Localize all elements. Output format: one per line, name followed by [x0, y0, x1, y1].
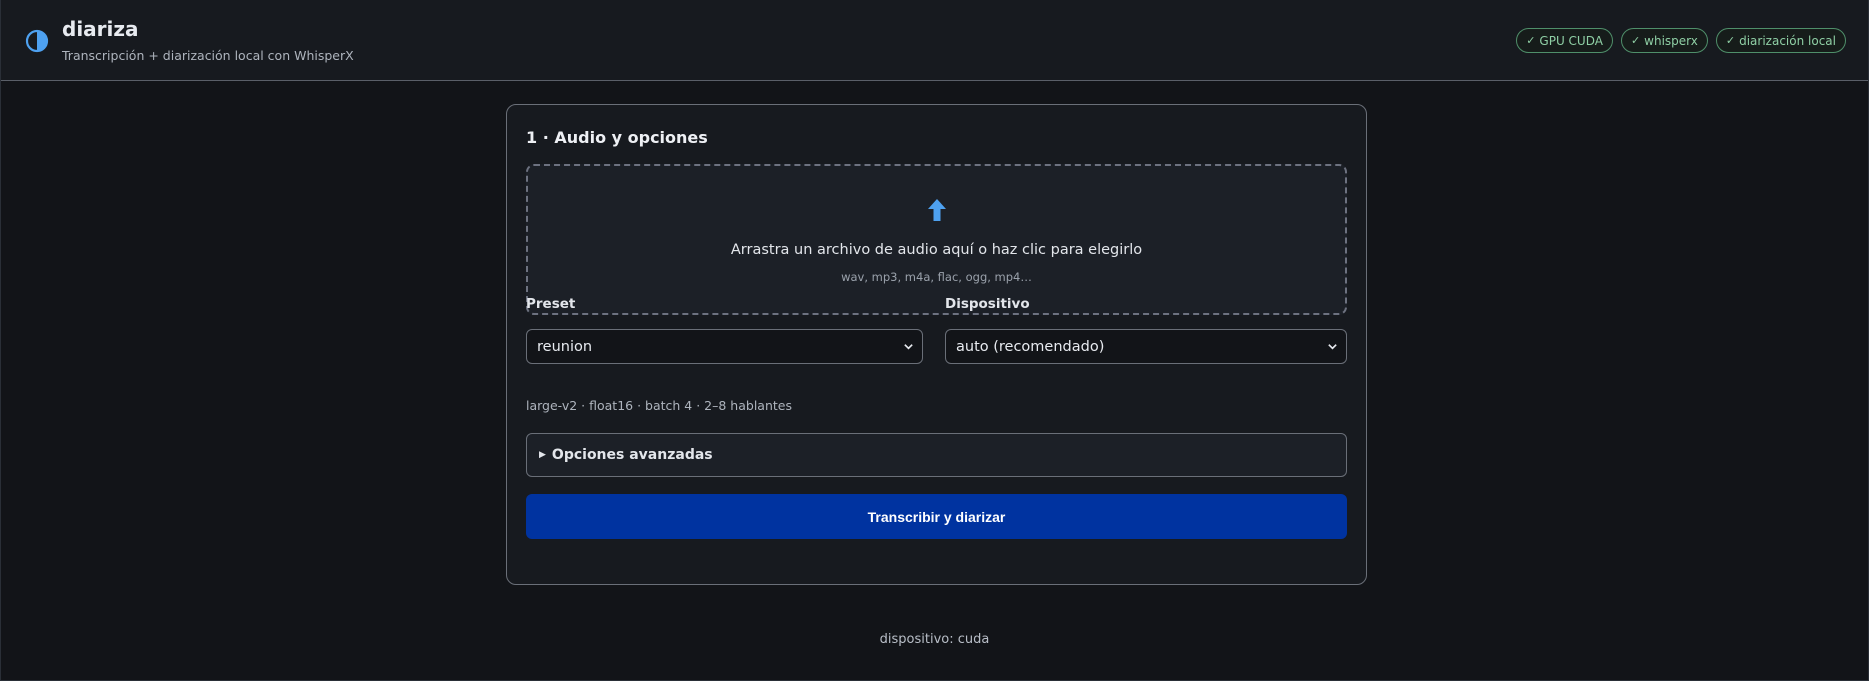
device-select[interactable]: auto (recomendado) — [945, 329, 1347, 364]
preset-info: large-v2 · float16 · batch 4 · 2–8 habla… — [526, 398, 792, 413]
dropzone-text: Arrastra un archivo de audio aquí o haz … — [730, 242, 1143, 258]
check-icon: ✓ — [1630, 34, 1641, 47]
status-badge-whisperx: ✓ whisperx — [1620, 28, 1708, 53]
audio-dropzone[interactable]: Arrastra un archivo de audio aquí o haz … — [526, 164, 1347, 315]
status-badges: ✓ GPU CUDA ✓ whisperx ✓ diarización loca… — [1516, 28, 1846, 53]
chevron-down-icon — [1328, 344, 1337, 350]
advanced-options-label: Opciones avanzadas — [551, 447, 713, 463]
badge-label: diarización local — [1739, 33, 1836, 48]
app-header: diariza Transcripción + diarización loca… — [1, 0, 1868, 81]
check-icon: ✓ — [1526, 34, 1536, 47]
triangle-right-icon: ▶ — [539, 450, 546, 460]
device-label: Dispositivo — [945, 296, 1030, 312]
preset-value: reunion — [537, 338, 593, 355]
badge-label: GPU CUDA — [1539, 33, 1603, 48]
advanced-options-toggle[interactable]: ▶ Opciones avanzadas — [526, 433, 1347, 477]
transcribe-button[interactable]: Transcribir y diarizar — [526, 494, 1347, 539]
badge-label: whisperx — [1644, 33, 1698, 48]
audio-options-card: 1 · Audio y opciones Arrastra un archivo… — [506, 104, 1367, 585]
app-subtitle: Transcripción + diarización local con Wh… — [62, 48, 354, 63]
upload-arrow-icon — [927, 199, 946, 221]
chevron-down-icon — [904, 344, 913, 350]
device-status: dispositivo: cuda — [879, 632, 990, 647]
card-title: 1 · Audio y opciones — [526, 128, 708, 147]
device-value: auto (recomendado) — [956, 338, 1105, 355]
status-badge-gpu: ✓ GPU CUDA — [1516, 28, 1613, 53]
preset-select[interactable]: reunion — [526, 329, 923, 364]
preset-label: Preset — [526, 296, 576, 312]
dropzone-formats-hint: wav, mp3, m4a, flac, ogg, mp4… — [841, 270, 1032, 284]
check-icon: ✓ — [1725, 34, 1736, 47]
status-badge-diarization: ✓ diarización local — [1715, 28, 1846, 53]
app-title: diariza — [62, 17, 139, 41]
half-circle-contrast-icon — [25, 29, 49, 53]
